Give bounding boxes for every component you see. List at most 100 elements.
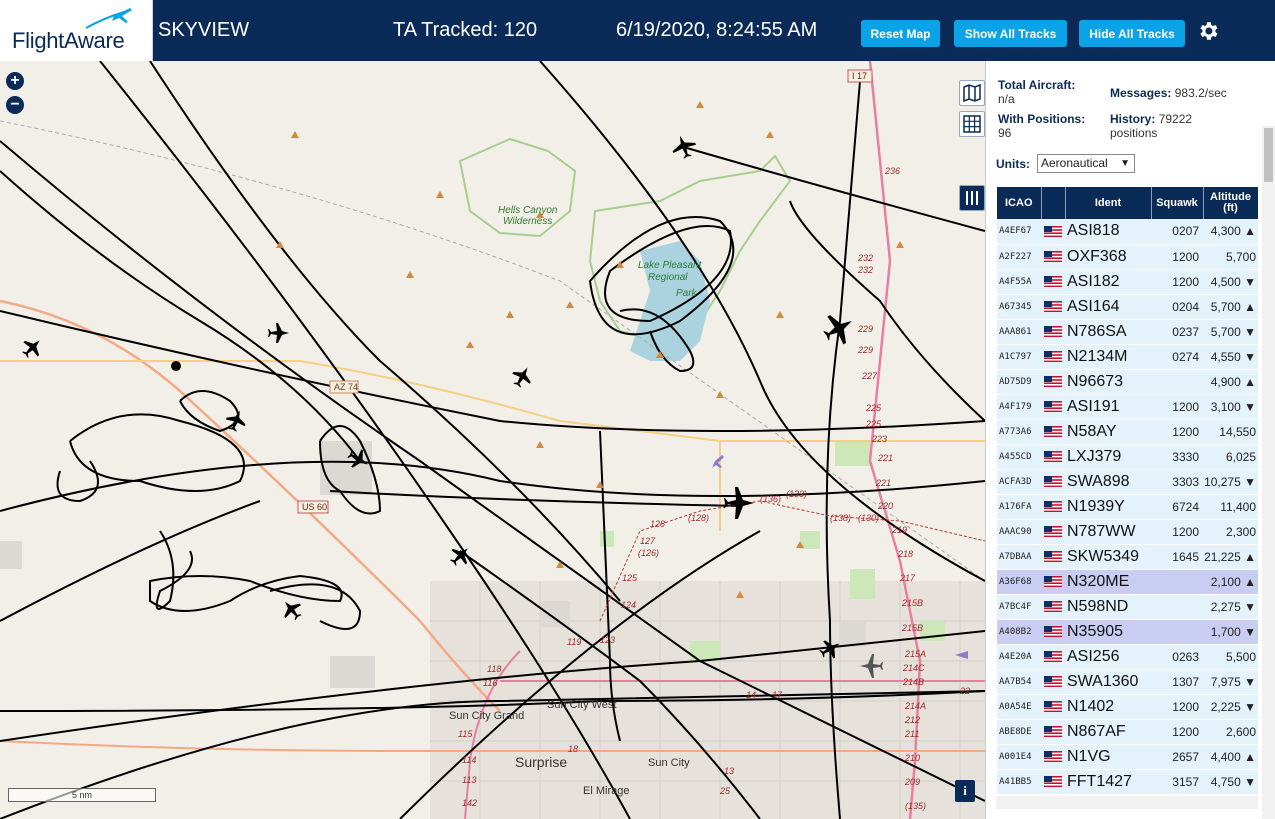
columns-toggle-button[interactable] (959, 185, 985, 211)
aircraft-row[interactable]: ABE8DE N867AF 1200 2,600 (997, 719, 1258, 745)
show-all-tracks-button[interactable]: Show All Tracks (954, 20, 1067, 47)
mile-marker-label: 215B (901, 623, 923, 633)
aircraft-row[interactable]: A4F179 ASI191 1200 3,100 ▼ (997, 394, 1258, 420)
mile-marker-label: 127 (640, 536, 656, 546)
aircraft-row[interactable]: A176FA N1939Y 6724 11,400 (997, 494, 1258, 520)
aircraft-row[interactable]: ACFA3D SWA898 3303 10,275 ▼ (997, 469, 1258, 495)
aircraft-ident: N787WW (1065, 519, 1151, 545)
aircraft-ident: LXJ379 (1065, 444, 1151, 470)
aircraft-row[interactable]: A67345 ASI164 0204 5,700 ▲ (997, 294, 1258, 320)
aircraft-row[interactable]: AD75D9 N96673 4,900 ▲ (997, 369, 1258, 395)
aircraft-row[interactable]: AAA861 N786SA 0237 5,700 ▼ (997, 319, 1258, 345)
info-button[interactable]: i (955, 780, 975, 802)
grid-icon (963, 115, 981, 133)
us-flag-icon (1044, 276, 1062, 287)
aircraft-row[interactable]: AA7B54 SWA1360 1307 7,975 ▼ (997, 669, 1258, 695)
aircraft-icao: A36F68 (997, 569, 1041, 595)
us-flag-icon (1041, 394, 1065, 420)
aircraft-ident: SWA1360 (1065, 669, 1151, 695)
mile-marker-label: 17 (772, 690, 783, 700)
map-layers-button[interactable] (959, 80, 985, 106)
aircraft-row[interactable]: A7DBAA SKW5349 1645 21,225 ▲ (997, 544, 1258, 570)
reset-map-button[interactable]: Reset Map (861, 20, 940, 47)
mile-marker-label: 125 (622, 573, 638, 583)
aircraft-row[interactable]: A773A6 N58AY 1200 14,550 (997, 419, 1258, 445)
mile-marker-label: 211 (904, 729, 919, 739)
aircraft-row[interactable]: A1C797 N2134M 0274 4,550 ▼ (997, 344, 1258, 370)
flightaware-logo[interactable]: FlightAware (0, 0, 153, 61)
map-view[interactable]: Hells Canyon Wilderness Lake Pleasant Re… (0, 61, 985, 819)
mile-marker-label: 210 (904, 753, 920, 763)
zoom-in-button[interactable]: + (6, 72, 24, 90)
with-positions-stat: With Positions: 96 (998, 112, 1085, 140)
aircraft-ident: N1402 (1065, 694, 1151, 720)
label-hells-canyon: Hells Canyon (498, 205, 558, 216)
aircraft-icao: A176FA (997, 494, 1041, 520)
mile-marker-label: (130) (858, 513, 879, 523)
aircraft-row[interactable]: A7BC4F N598ND 2,275 ▼ (997, 594, 1258, 620)
mile-marker-label: 232 (857, 253, 873, 263)
aircraft-icao: A408B2 (997, 619, 1041, 645)
aircraft-row[interactable]: A4EF67 ASI818 0207 4,300 ▲ (997, 219, 1258, 245)
aircraft-squawk: 3330 (1151, 444, 1203, 470)
mile-marker-label: 220 (877, 501, 893, 511)
table-horizontal-scrollbar[interactable] (996, 796, 1258, 809)
mile-marker-label: (138) (830, 513, 851, 523)
zoom-out-button[interactable]: − (6, 96, 24, 114)
us-flag-icon (1041, 569, 1065, 595)
aircraft-squawk (1151, 594, 1203, 620)
aircraft-icao: A41BB5 (997, 769, 1041, 795)
scrollbar-thumb[interactable] (1264, 128, 1273, 182)
aircraft-row[interactable]: A4F55A ASI182 1200 4,500 ▼ (997, 269, 1258, 295)
aircraft-row[interactable]: A0A54E N1402 1200 2,225 ▼ (997, 694, 1258, 720)
aircraft-row[interactable]: A455CD LXJ379 3330 6,025 (997, 444, 1258, 470)
us-flag-icon (1041, 594, 1065, 620)
table-scrollbar[interactable] (1262, 126, 1275, 819)
aircraft-altitude: 5,700 ▲ (1203, 294, 1258, 320)
aircraft-squawk: 0207 (1151, 219, 1203, 245)
hide-all-tracks-button[interactable]: Hide All Tracks (1079, 20, 1185, 47)
units-select[interactable]: Aeronautical ▼ (1037, 154, 1135, 173)
aircraft-icao: A2F227 (997, 244, 1041, 270)
mile-marker-label: (128) (688, 513, 709, 523)
column-altitude[interactable]: Altitude (ft) (1203, 187, 1258, 219)
units-label: Units: (996, 157, 1030, 171)
column-flag[interactable] (1041, 187, 1066, 219)
aircraft-icao: A0A54E (997, 694, 1041, 720)
aircraft-row[interactable]: A41BB5 FFT1427 3157 4,750 ▼ (997, 769, 1258, 795)
ta-tracked-count: TA Tracked: 120 (393, 19, 538, 41)
grid-toggle-button[interactable] (959, 111, 985, 137)
mile-marker-label: 223 (871, 434, 887, 444)
aircraft-altitude: 5,700 (1203, 244, 1258, 270)
total-aircraft-label: Total Aircraft: (998, 78, 1076, 92)
aircraft-icao: A4F179 (997, 394, 1041, 420)
aircraft-row[interactable]: A36F68 N320ME 2,100 ▲ (997, 569, 1258, 595)
aircraft-row[interactable]: A2F227 OXF368 1200 5,700 (997, 244, 1258, 270)
column-squawk[interactable]: Squawk (1151, 187, 1204, 219)
label-sun-city-grand: Sun City Grand (449, 710, 524, 722)
aircraft-ident: ASI191 (1065, 394, 1151, 420)
aircraft-icao: A4F55A (997, 269, 1041, 295)
aircraft-squawk: 1200 (1151, 419, 1203, 445)
aircraft-row[interactable]: A4E20A ASI256 0263 5,500 (997, 644, 1258, 670)
aircraft-ident: N96673 (1065, 369, 1151, 395)
aircraft-altitude: 14,550 (1203, 419, 1258, 445)
aircraft-ident: SKW5349 (1065, 544, 1151, 570)
aircraft-icao: A7BC4F (997, 594, 1041, 620)
aircraft-altitude: 2,275 ▼ (1203, 594, 1258, 620)
aircraft-altitude: 4,500 ▼ (1203, 269, 1258, 295)
us-flag-icon (1041, 719, 1065, 745)
aircraft-row[interactable]: A408B2 N35905 1,700 ▼ (997, 619, 1258, 645)
mile-marker-label: (136) (760, 494, 781, 504)
gear-icon[interactable] (1196, 19, 1220, 43)
column-icao[interactable]: ICAO (997, 187, 1042, 219)
column-ident[interactable]: Ident (1065, 187, 1152, 219)
aircraft-squawk (1151, 619, 1203, 645)
aircraft-squawk: 1200 (1151, 519, 1203, 545)
us-flag-icon (1041, 669, 1065, 695)
aircraft-table-container[interactable]: ICAO Ident Squawk Altitude (ft) A4EF67 AS… (997, 187, 1258, 799)
aircraft-row[interactable]: AAAC90 N787WW 1200 2,300 (997, 519, 1258, 545)
aircraft-row[interactable]: A001E4 N1VG 2657 4,400 ▲ (997, 744, 1258, 770)
mile-marker-label: 217 (899, 573, 916, 583)
aircraft-altitude: 4,900 ▲ (1203, 369, 1258, 395)
